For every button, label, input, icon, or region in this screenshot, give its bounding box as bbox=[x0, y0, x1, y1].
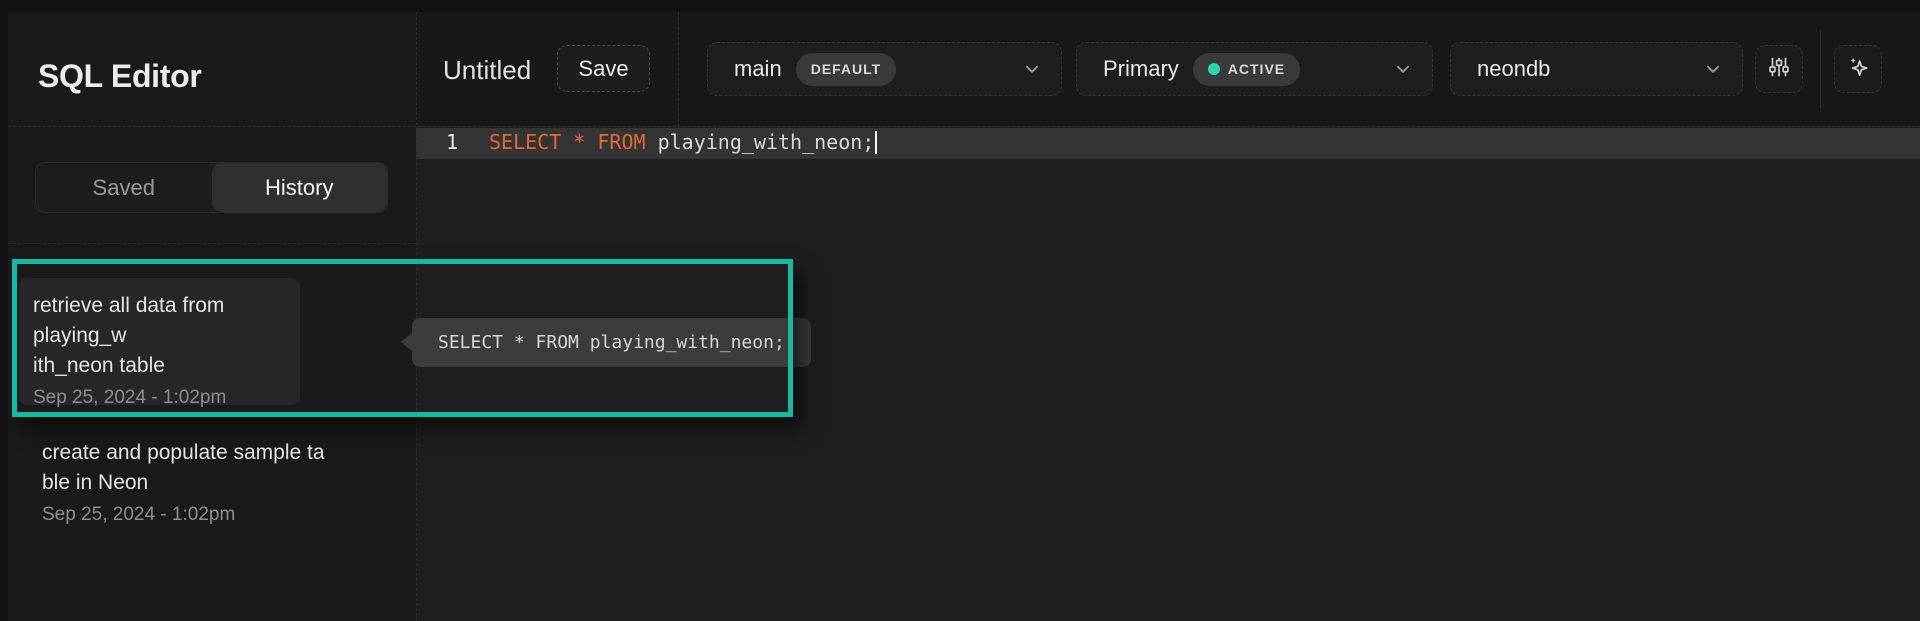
chevron-down-icon bbox=[1023, 60, 1041, 78]
chevron-down-icon bbox=[1704, 60, 1722, 78]
default-badge: DEFAULT bbox=[796, 53, 897, 86]
save-button[interactable]: Save bbox=[557, 45, 650, 92]
history-item-timestamp: Sep 25, 2024 - 1:02pm bbox=[33, 387, 286, 409]
tooltip-arrow bbox=[401, 332, 413, 352]
save-section-divider bbox=[678, 12, 679, 126]
history-item-title: retrieve all data from playing_w ith_neo… bbox=[33, 291, 286, 381]
chevron-down-icon bbox=[1394, 60, 1412, 78]
sparkles-icon bbox=[1845, 54, 1871, 85]
icon-section-divider bbox=[1820, 30, 1821, 108]
branch-select-label: main bbox=[734, 56, 782, 82]
active-badge-label: ACTIVE bbox=[1228, 61, 1285, 77]
compute-select[interactable]: Primary ACTIVE bbox=[1076, 42, 1433, 96]
history-item-selected[interactable]: retrieve all data from playing_w ith_neo… bbox=[19, 278, 300, 405]
tab-history[interactable]: History bbox=[212, 163, 388, 212]
history-sql-tooltip: SELECT * FROM playing_with_neon; bbox=[412, 318, 811, 367]
sql-identifier: playing_with_neon; bbox=[646, 130, 875, 154]
saved-history-tabs: Saved History bbox=[35, 162, 388, 213]
tab-saved[interactable]: Saved bbox=[36, 163, 212, 212]
database-select[interactable]: neondb bbox=[1450, 42, 1743, 96]
sql-keywords: SELECT * FROM bbox=[489, 130, 646, 154]
page-title: SQL Editor bbox=[38, 58, 202, 95]
line-number: 1 bbox=[416, 130, 458, 154]
query-title: Untitled bbox=[443, 55, 531, 86]
ai-assistant-button[interactable] bbox=[1834, 45, 1882, 93]
history-item-title: create and populate sample ta ble in Neo… bbox=[42, 438, 382, 498]
code-line[interactable]: SELECT * FROM playing_with_neon; bbox=[489, 130, 877, 154]
editor-settings-button[interactable] bbox=[1755, 45, 1803, 93]
active-badge: ACTIVE bbox=[1193, 53, 1300, 86]
sliders-icon bbox=[1766, 54, 1792, 85]
status-dot bbox=[1208, 63, 1220, 75]
editor-code-area[interactable] bbox=[416, 126, 1920, 621]
tabs-section-divider bbox=[8, 243, 416, 244]
tooltip-sql-text: SELECT * FROM playing_with_neon; bbox=[438, 332, 785, 353]
history-item-timestamp: Sep 25, 2024 - 1:02pm bbox=[42, 504, 382, 526]
header-divider bbox=[8, 126, 1920, 127]
text-cursor bbox=[875, 131, 877, 154]
compute-select-label: Primary bbox=[1103, 56, 1179, 82]
database-select-label: neondb bbox=[1477, 56, 1550, 82]
sidebar-editor-divider bbox=[416, 12, 417, 621]
sql-editor-page: SQL Editor Saved History retrieve all da… bbox=[0, 0, 1920, 621]
history-item[interactable]: create and populate sample ta ble in Neo… bbox=[42, 438, 382, 526]
branch-select[interactable]: main DEFAULT bbox=[707, 42, 1062, 96]
